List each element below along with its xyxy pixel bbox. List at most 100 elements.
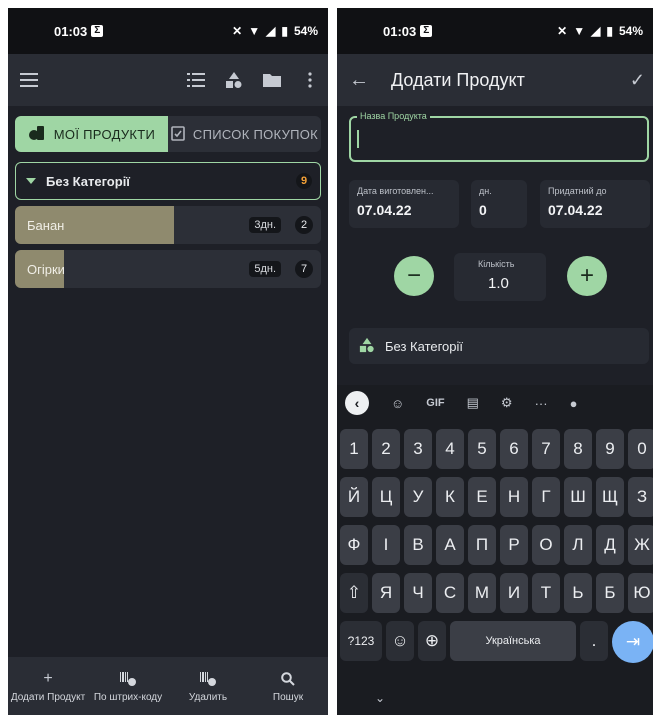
item-name: Огірки [27,261,65,277]
key[interactable]: 0 [628,429,653,469]
key[interactable]: З [628,477,653,517]
key[interactable]: Н [500,477,528,517]
key[interactable]: И [500,573,528,613]
globe-key[interactable]: ⊕ [418,621,446,661]
sigma-icon: Σ [91,25,104,37]
field-label: Кількість [478,259,515,269]
page-title: Додати Продукт [391,69,525,90]
key[interactable]: 1 [340,429,368,469]
key[interactable]: В [404,525,432,565]
barcode-remove-icon [199,670,217,688]
key[interactable]: І [372,525,400,565]
app-bar: ← Додати Продукт ✓ [337,54,653,106]
nav-label: Удалить [188,691,228,703]
nav-delete[interactable]: Удалить [168,657,248,715]
key[interactable]: Р [500,525,528,565]
key[interactable]: 9 [596,429,624,469]
keyboard: ‹ ☺ GIF ▤ ⚙ ··· ● 1234567890 ЙЦУКЕНГШЩЗХ… [337,385,653,715]
list-item[interactable]: Огірки 5дн. 7 [15,250,321,288]
nav-add-product[interactable]: + Додати Продукт [8,657,88,715]
key[interactable]: Ш [564,477,592,517]
nav-by-barcode[interactable]: По штрих-коду [88,657,168,715]
enter-key[interactable]: ⇥ [612,621,653,663]
key[interactable]: 5 [468,429,496,469]
category-name: Без Категорії [46,173,130,189]
battery-percent: 54% [293,24,318,38]
shift-key[interactable]: ⇧ [340,573,368,613]
battery-icon: ▮ [606,24,613,38]
key[interactable]: 3 [404,429,432,469]
key[interactable]: Е [468,477,496,517]
key[interactable]: П [468,525,496,565]
gif-button[interactable]: GIF [426,397,444,409]
more-icon[interactable]: ··· [535,396,548,411]
emoji-key[interactable]: ☺ [386,621,414,661]
key[interactable]: 4 [436,429,464,469]
key[interactable]: Г [532,477,560,517]
barcode-add-icon [119,670,137,688]
back-arrow-icon[interactable]: ← [349,69,369,92]
key[interactable]: О [532,525,560,565]
collapse-icon[interactable] [26,178,36,184]
menu-icon[interactable] [20,73,38,87]
key[interactable]: Ч [404,573,432,613]
key[interactable]: А [436,525,464,565]
clipboard-icon[interactable]: ▤ [467,395,479,411]
save-check-icon[interactable]: ✓ [630,70,645,91]
key[interactable]: С [436,573,464,613]
key[interactable]: Ж [628,525,653,565]
manufacture-date-field[interactable]: Дата виготовлен... 07.04.22 [349,180,459,228]
more-icon[interactable] [300,70,320,90]
category-icon[interactable] [224,70,244,90]
key[interactable]: Ф [340,525,368,565]
key[interactable]: 2 [372,429,400,469]
key[interactable]: 7 [532,429,560,469]
key[interactable]: Т [532,573,560,613]
key[interactable]: Я [372,573,400,613]
chevron-left-icon[interactable]: ‹ [345,391,369,415]
key[interactable]: Л [564,525,592,565]
category-select[interactable]: Без Категорії [349,328,649,364]
text-caret [357,130,359,148]
folder-icon[interactable] [262,70,282,90]
days-field[interactable]: дн. 0 [471,180,527,228]
key[interactable]: К [436,477,464,517]
key[interactable]: Й [340,477,368,517]
period-key[interactable]: . [580,621,608,661]
hide-keyboard-icon[interactable]: ⌄ [375,691,385,705]
nav-search[interactable]: Пошук [248,657,328,715]
key[interactable]: 6 [500,429,528,469]
key[interactable]: Ь [564,573,592,613]
right-screen: 01:03 Σ ✕ ▼ ◢ ▮ 54% ← Додати Продукт ✓ Назва … [337,8,653,715]
sticker-icon[interactable]: ☺ [391,396,404,411]
key[interactable]: Ю [628,573,653,613]
space-key[interactable]: Українська [450,621,576,661]
list-view-icon[interactable] [186,70,206,90]
days-left: 3дн. [249,217,281,233]
key[interactable]: Д [596,525,624,565]
list-item[interactable]: Банан 3дн. 2 [15,206,321,244]
category-header[interactable]: Без Категорії 9 [15,162,321,200]
key[interactable]: М [468,573,496,613]
mic-icon[interactable]: ● [570,396,578,411]
status-time: 01:03 [54,23,88,39]
bottom-nav: + Додати Продукт По штрих-коду Удалить По… [8,657,328,715]
key[interactable]: У [404,477,432,517]
product-name-input[interactable]: Назва Продукта [349,111,649,162]
field-value: 1.0 [488,275,509,292]
app-bar [8,54,328,106]
battery-icon: ▮ [281,24,288,38]
key[interactable]: Б [596,573,624,613]
wifi-icon: ▼ [573,24,586,38]
expiry-date-field[interactable]: Придатний до 07.04.22 [540,180,650,228]
symbols-key[interactable]: ?123 [340,621,382,661]
increment-button[interactable]: + [567,256,607,296]
decrement-button[interactable]: − [394,256,434,296]
gear-icon[interactable]: ⚙ [501,395,513,411]
key[interactable]: 8 [564,429,592,469]
key[interactable]: Щ [596,477,624,517]
key[interactable]: Ц [372,477,400,517]
quantity-field[interactable]: Кількість 1.0 [454,253,546,301]
tab-shopping-list[interactable]: СПИСОК ПОКУПОК [168,116,321,152]
tab-my-products[interactable]: МОЇ ПРОДУКТИ [15,116,168,152]
